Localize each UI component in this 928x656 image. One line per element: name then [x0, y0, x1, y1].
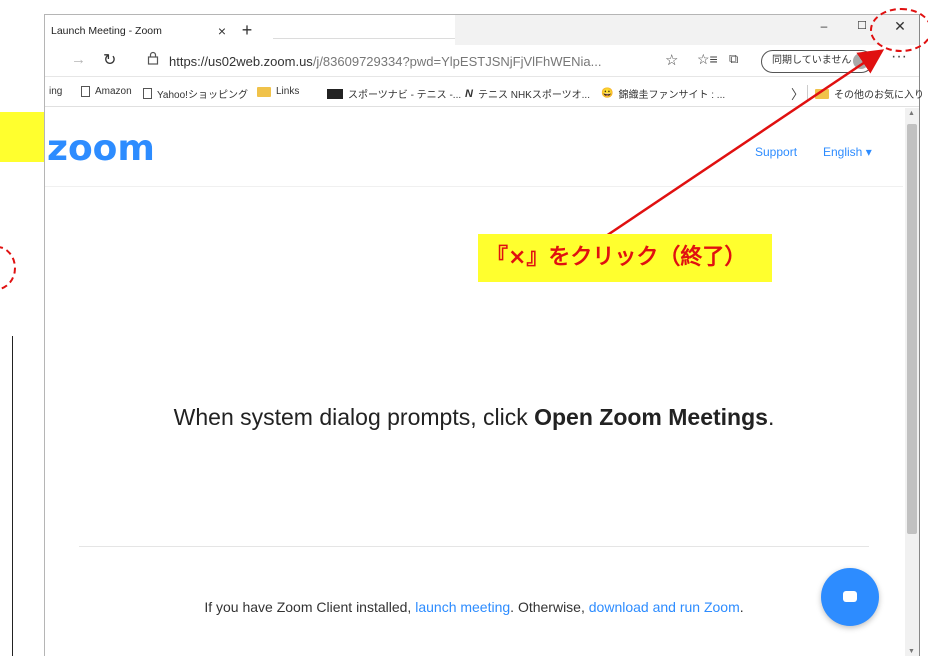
annotation-dashed-circle: [870, 8, 928, 52]
annotation-label: 『×』をクリック（終了）: [478, 234, 772, 282]
screenshot-root: Launch Meeting - Zoom × + – ☐ ✕ → ↻ http…: [0, 0, 928, 656]
annotation-arrow: [605, 49, 885, 238]
